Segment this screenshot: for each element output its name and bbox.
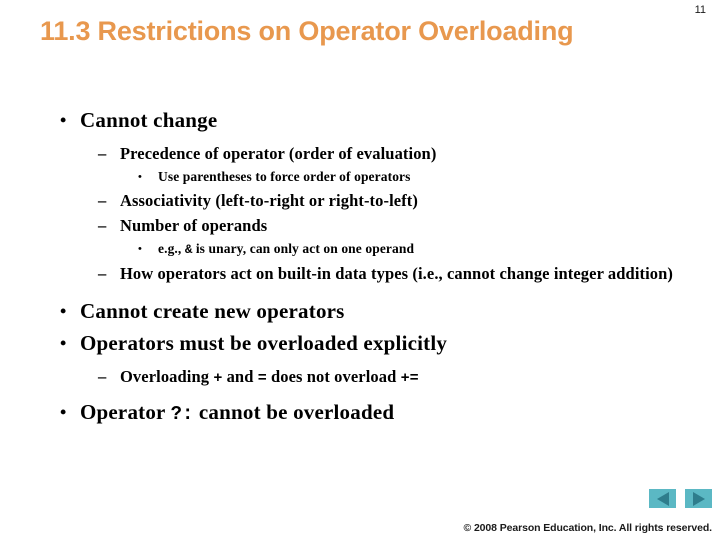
bullet-text: Number of operands [120,216,268,235]
bullet-text-mid: and [222,367,258,386]
bullet-text-before: e.g., [158,241,185,256]
bullet-text: Cannot change [80,108,218,132]
code-operator-equals: = [257,370,267,387]
bullet-text: How operators act on built-in data types… [120,264,674,283]
code-operator-plus: + [213,370,223,387]
bullet-text-mid2: does not overload [266,367,401,386]
slide-body: • Cannot change – Precedence of operator (… [0,104,700,430]
bullet-level3: • Use parentheses to force order of opera… [0,166,700,188]
bullet-text: Cannot create new operators [80,299,345,323]
bullet-level2: – How operators act on built-in data type… [0,261,700,286]
bullet-marker-icon: • [138,243,142,255]
bullet-level1: • Cannot change [0,104,700,136]
code-operator-ternary: ?: [170,403,194,425]
bullet-marker-icon: • [60,301,67,321]
bullet-marker-icon: • [138,171,142,183]
dash-marker-icon: – [98,216,107,235]
bullet-level2: – Overloading + and = does not overload +… [0,364,700,391]
bullet-level1: • Operator ?: cannot be overloaded [0,396,700,430]
bullet-text-after: is unary, can only act on one operand [192,241,415,256]
bullet-level2: – Number of operands [0,213,700,238]
bullet-marker-icon: • [60,110,67,130]
page-number: 11 [694,4,706,16]
bullet-text: Associativity (left-to-right or right-to… [120,191,418,210]
bullet-text: Precedence of operator (order of evaluat… [120,144,437,163]
bullet-level2: – Precedence of operator (order of evalua… [0,141,700,166]
bullet-text-before: Overloading [120,367,214,386]
bullet-level1: • Cannot create new operators [0,295,700,327]
bullet-text-after: cannot be overloaded [193,400,395,424]
previous-slide-button[interactable] [649,489,676,508]
bullet-marker-icon: • [60,333,67,353]
next-slide-button[interactable] [685,489,712,508]
page-title: 11.3 Restrictions on Operator Overloadin… [40,16,574,46]
bullet-level2: – Associativity (left-to-right or right-t… [0,188,700,213]
bullet-text: Use parentheses to force order of operat… [158,169,411,184]
bullet-text: Operators must be overloaded explicitly [80,331,448,355]
slide: 11 11.3 Restrictions on Operator Overloa… [0,0,720,540]
dash-marker-icon: – [98,367,107,386]
bullet-marker-icon: • [60,402,67,422]
copyright-notice: © 2008 Pearson Education, Inc. All right… [463,522,712,534]
arrow-left-icon [656,491,669,506]
bullet-level1: • Operators must be overloaded explicitly [0,327,700,359]
bullet-text-before: Operator [80,400,171,424]
dash-marker-icon: – [98,264,107,283]
arrow-right-icon [692,491,705,506]
navigation-buttons [649,489,712,508]
dash-marker-icon: – [98,144,107,163]
bullet-level3: • e.g., & is unary, can only act on one o… [0,238,700,261]
code-operator-plus-equals: += [400,370,419,387]
dash-marker-icon: – [98,191,107,210]
